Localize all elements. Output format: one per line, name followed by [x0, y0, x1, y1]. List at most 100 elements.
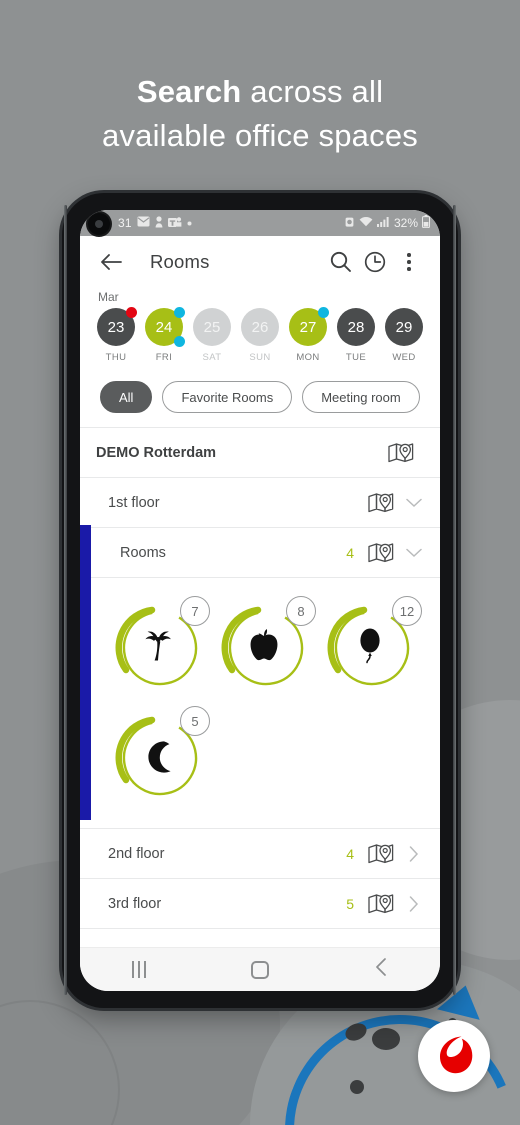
day-item[interactable]: 29 WED	[382, 308, 426, 363]
day-circle[interactable]: 24	[145, 307, 185, 347]
background-dot	[342, 1020, 370, 1044]
site-name: DEMO Rotterdam	[96, 444, 217, 461]
day-number: 28	[347, 318, 365, 336]
day-circle[interactable]: 23	[97, 307, 137, 346]
room-grid: 7 8 12 5	[80, 578, 440, 829]
day-circle[interactable]: 28	[337, 308, 375, 346]
map-pin-icon[interactable]	[368, 542, 394, 564]
filter-chip-favorite-rooms[interactable]: Favorite Rooms	[162, 381, 293, 413]
status-bar: 31 32%	[80, 210, 440, 236]
day-item[interactable]: 26 SUN	[238, 308, 282, 363]
room-capacity-badge: 12	[392, 596, 422, 626]
day-name: TUE	[345, 352, 367, 363]
location-list: DEMO Rotterdam 1st floor Rooms 4 7 8 12 …	[80, 428, 440, 929]
signal-icon	[376, 216, 390, 230]
floor-count: 5	[346, 895, 354, 912]
day-name: SAT	[202, 352, 222, 363]
day-number: 27	[299, 318, 317, 336]
month-label: Mar	[98, 290, 119, 304]
event-dot-icon	[126, 307, 137, 318]
battery-icon	[422, 215, 430, 231]
day-number: 29	[395, 318, 413, 336]
day-circle[interactable]: 29	[385, 308, 423, 346]
day-name: THU	[105, 352, 127, 363]
filter-chip-all[interactable]: All	[100, 381, 153, 413]
overflow-menu-icon[interactable]	[392, 245, 426, 279]
event-dot-icon	[174, 336, 185, 347]
day-name: FRI	[155, 352, 173, 363]
headline-bold: Search	[136, 74, 242, 109]
day-number: 26	[251, 318, 269, 336]
phone-edge-left	[64, 205, 67, 995]
day-item[interactable]: 24 FRI	[142, 307, 186, 363]
room-tile[interactable]: 12	[324, 596, 422, 692]
day-item[interactable]: 27 MON	[286, 307, 330, 363]
mail-icon	[137, 216, 150, 230]
map-pin-icon[interactable]	[368, 492, 394, 514]
floor-name: 2nd floor	[108, 845, 165, 862]
promo-headline: Search across all available office space…	[0, 70, 520, 158]
event-dot-icon	[174, 307, 185, 318]
map-pin-icon[interactable]	[388, 442, 414, 464]
headline-rest: across all	[241, 74, 384, 109]
day-number: 24	[155, 318, 173, 336]
filter-chip-row: All Favorite Rooms Meeting room	[80, 369, 440, 428]
selection-accent-bar	[80, 525, 91, 820]
list-item-floor-1[interactable]: 1st floor	[80, 478, 440, 528]
wifi-icon	[359, 216, 373, 230]
day-circle[interactable]: 26	[241, 308, 279, 346]
dot-icon	[187, 217, 192, 229]
floor-name: 1st floor	[108, 494, 160, 511]
day-item[interactable]: 25 SAT	[190, 308, 234, 363]
room-tile[interactable]: 7	[112, 596, 210, 692]
background-dot	[350, 1080, 364, 1094]
recents-icon[interactable]	[132, 961, 147, 978]
room-tile[interactable]: 8	[218, 596, 316, 692]
room-capacity-badge: 8	[286, 596, 316, 626]
back-arrow-icon[interactable]	[94, 245, 128, 279]
background-dot	[372, 1028, 400, 1050]
list-item-site[interactable]: DEMO Rotterdam	[80, 428, 440, 478]
page-title: Rooms	[150, 251, 210, 272]
map-pin-icon[interactable]	[368, 893, 394, 915]
day-item[interactable]: 28 TUE	[334, 308, 378, 363]
map-pin-icon[interactable]	[368, 843, 394, 865]
day-item[interactable]: 23 THU	[94, 307, 138, 363]
vodafone-speechmark-icon	[429, 1031, 479, 1081]
day-name: MON	[296, 352, 320, 363]
room-tile[interactable]: 5	[112, 706, 210, 802]
list-item-rooms[interactable]: Rooms 4	[80, 528, 440, 578]
floor-name: 3rd floor	[108, 895, 162, 912]
status-time: 31	[118, 216, 132, 230]
list-item-floor-3[interactable]: 3rd floor 5	[80, 879, 440, 929]
floor-count: 4	[346, 845, 354, 862]
phone-edge-right	[453, 205, 456, 995]
rooms-count: 4	[346, 544, 354, 561]
home-icon[interactable]	[250, 960, 269, 979]
chevron-down-icon[interactable]	[404, 498, 424, 508]
day-circle[interactable]: 25	[193, 308, 231, 346]
chevron-right-icon[interactable]	[404, 895, 424, 912]
chevron-down-icon[interactable]	[404, 548, 424, 558]
chevron-right-icon[interactable]	[404, 845, 424, 862]
clock-icon[interactable]	[358, 245, 392, 279]
date-strip: Mar 23 THU 24 FRI 25 SAT 26 SUN 27 MON 2…	[80, 290, 440, 369]
alarm-icon	[344, 216, 355, 231]
day-number: 23	[107, 318, 125, 336]
person-icon	[155, 215, 163, 231]
list-item-floor-2[interactable]: 2nd floor 4	[80, 829, 440, 879]
phone-mockup: 31 32% Rooms Mar 23 THU 24 FRI 25 SAT 26…	[62, 193, 458, 1008]
day-name: WED	[392, 352, 416, 363]
event-dot-icon	[318, 307, 329, 318]
day-number: 25	[203, 318, 221, 336]
room-capacity-badge: 5	[180, 706, 210, 736]
android-nav-bar	[80, 947, 440, 991]
battery-percent: 32%	[393, 216, 418, 230]
day-circle[interactable]: 27	[289, 307, 329, 346]
filter-chip-meeting-room[interactable]: Meeting room	[302, 381, 420, 413]
rooms-label: Rooms	[120, 544, 166, 561]
headline-line2: available office spaces	[102, 118, 418, 153]
back-icon[interactable]	[374, 958, 388, 981]
search-icon[interactable]	[324, 245, 358, 279]
app-bar: Rooms	[80, 236, 440, 288]
